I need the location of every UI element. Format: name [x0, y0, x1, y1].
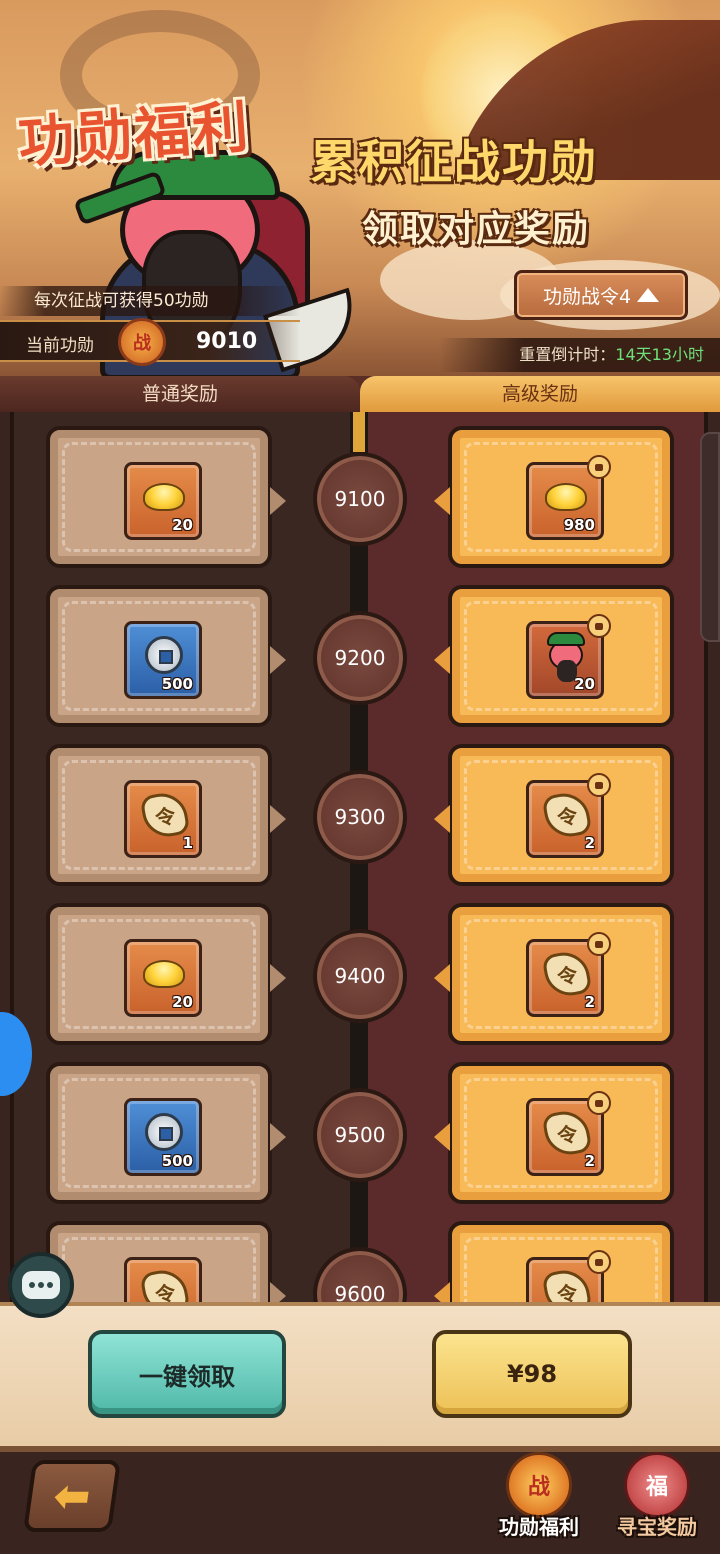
- reward-tier-row: 500 令 2 9500: [0, 1062, 720, 1212]
- merit-gain-tip: 每次征战可获得50功勋: [0, 286, 300, 316]
- premium-reward-card[interactable]: 20: [434, 585, 674, 727]
- premium-reward-card[interactable]: 令2: [434, 1062, 674, 1204]
- event-title: 功勋福利: [16, 94, 253, 177]
- tab-normal-rewards[interactable]: 普通奖励: [0, 376, 360, 412]
- nav-merit-rewards[interactable]: 战 功勋福利: [484, 1452, 594, 1552]
- copper-coin-icon: [145, 636, 183, 674]
- reset-countdown: 重置倒计时：14天13小时: [440, 338, 720, 372]
- reward-quantity: 2: [584, 834, 595, 852]
- merit-pass-button[interactable]: 功勋战令4: [514, 270, 688, 320]
- normal-reward-item[interactable]: 500: [124, 621, 202, 699]
- reward-quantity: 2: [584, 1152, 595, 1170]
- current-merit-bar: 当前功勋 战 9010: [0, 318, 300, 366]
- current-merit-value: 9010: [196, 329, 258, 354]
- reward-tier-row: 500 20 9200: [0, 585, 720, 735]
- command-token-icon: 令: [541, 789, 593, 841]
- lock-icon: [587, 614, 611, 638]
- reward-tier-row: 20 980 9100: [0, 426, 720, 576]
- lock-icon: [587, 932, 611, 956]
- reward-quantity: 20: [172, 516, 193, 534]
- premium-reward-item[interactable]: 令2: [526, 932, 611, 1017]
- normal-reward-card[interactable]: 令1: [46, 744, 286, 886]
- buy-premium-button[interactable]: ¥98: [432, 1330, 632, 1418]
- copper-coin-icon: [145, 1113, 183, 1151]
- normal-reward-card[interactable]: 令: [46, 1221, 286, 1302]
- lock-icon: [587, 1091, 611, 1115]
- treasure-bag-icon: 福: [624, 1452, 690, 1518]
- normal-reward-item[interactable]: 令: [124, 1257, 202, 1302]
- reward-tier-row: 20 令 2 9400: [0, 903, 720, 1053]
- normal-reward-card[interactable]: 20: [46, 903, 286, 1045]
- command-token-icon: 令: [541, 1266, 593, 1302]
- command-token-icon: 令: [139, 1266, 191, 1302]
- normal-reward-item[interactable]: 令1: [124, 780, 202, 858]
- event-banner: 功勋福利 累积征战功勋 领取对应奖励 功勋战令4 每次征战可获得50功勋 当前功…: [0, 0, 720, 378]
- nav-merit-label: 功勋福利: [499, 1515, 579, 1539]
- reward-quantity: 1: [182, 834, 193, 852]
- event-subheadline: 领取对应奖励: [362, 209, 591, 250]
- command-token-icon: 令: [139, 789, 191, 841]
- gold-ingot-icon: [143, 483, 185, 511]
- normal-reward-card[interactable]: 20: [46, 426, 286, 568]
- reward-tier-row: 令 1 令 2 9300: [0, 744, 720, 894]
- normal-reward-card[interactable]: 500: [46, 585, 286, 727]
- back-button[interactable]: ⬅: [22, 1460, 122, 1532]
- reward-quantity: 2: [584, 993, 595, 1011]
- premium-reward-item[interactable]: 令2: [526, 1091, 611, 1176]
- reward-tier-row: 令 令 9600: [0, 1221, 720, 1302]
- lock-icon: [587, 455, 611, 479]
- merit-pass-label: 功勋战令4: [542, 285, 632, 308]
- premium-reward-item[interactable]: 980: [526, 455, 611, 540]
- chat-button[interactable]: [8, 1252, 74, 1318]
- merit-threshold-node: 9500: [313, 1088, 407, 1182]
- command-token-icon: 令: [541, 1107, 593, 1159]
- premium-reward-card[interactable]: 980: [434, 426, 674, 568]
- normal-reward-item[interactable]: 500: [124, 1098, 202, 1176]
- back-arrow-icon: ⬅: [49, 1470, 95, 1522]
- normal-reward-item[interactable]: 20: [124, 462, 202, 540]
- merit-threshold-node: 9300: [313, 770, 407, 864]
- premium-reward-item[interactable]: 20: [526, 614, 611, 699]
- gold-ingot-icon: [545, 483, 587, 511]
- merit-medal-icon: 战: [506, 1452, 572, 1518]
- merit-threshold-node: 9100: [313, 452, 407, 546]
- reward-quantity: 20: [172, 993, 193, 1011]
- gold-ingot-icon: [143, 960, 185, 988]
- lock-icon: [587, 773, 611, 797]
- merit-threshold-node: 9400: [313, 929, 407, 1023]
- premium-reward-card[interactable]: 令2: [434, 744, 674, 886]
- chat-icon: [22, 1271, 60, 1299]
- command-token-icon: 令: [541, 948, 593, 1000]
- lock-icon: [587, 1250, 611, 1274]
- reward-quantity: 500: [161, 675, 193, 693]
- merit-threshold-node: 9200: [313, 611, 407, 705]
- merit-threshold-node: 9600: [313, 1247, 407, 1302]
- nav-treasure-rewards[interactable]: 福 寻宝奖励: [602, 1452, 712, 1552]
- tab-premium-rewards[interactable]: 高级奖励: [360, 376, 720, 412]
- premium-reward-item[interactable]: 令2: [526, 773, 611, 858]
- reward-tabs: 普通奖励 高级奖励: [0, 376, 720, 412]
- premium-reward-card[interactable]: 令: [434, 1221, 674, 1302]
- reward-list[interactable]: 20 980 9100 500 20 9200 令 1 令 2 9300 20 令 2 9400 500 令 2 9…: [0, 412, 720, 1302]
- reset-countdown-time: 14天13小时: [615, 345, 704, 364]
- reward-quantity: 980: [563, 516, 595, 534]
- bottom-nav: ⬅ 战 功勋福利 福 寻宝奖励: [0, 1452, 720, 1554]
- claim-all-button[interactable]: 一键领取: [88, 1330, 286, 1418]
- event-headline: 累积征战功勋: [310, 135, 598, 189]
- reward-quantity: 20: [574, 675, 595, 693]
- premium-reward-item[interactable]: 令: [526, 1250, 611, 1302]
- premium-reward-card[interactable]: 令2: [434, 903, 674, 1045]
- action-bar: 一键领取 ¥98: [0, 1302, 720, 1452]
- normal-reward-item[interactable]: 20: [124, 939, 202, 1017]
- current-merit-label: 当前功勋: [26, 336, 94, 356]
- reset-countdown-label: 重置倒计时：: [519, 345, 616, 364]
- reward-quantity: 500: [161, 1152, 193, 1170]
- normal-reward-card[interactable]: 500: [46, 1062, 286, 1204]
- expand-up-icon: [637, 288, 660, 302]
- merit-coin-icon: 战: [118, 318, 166, 366]
- nav-treasure-label: 寻宝奖励: [617, 1515, 697, 1539]
